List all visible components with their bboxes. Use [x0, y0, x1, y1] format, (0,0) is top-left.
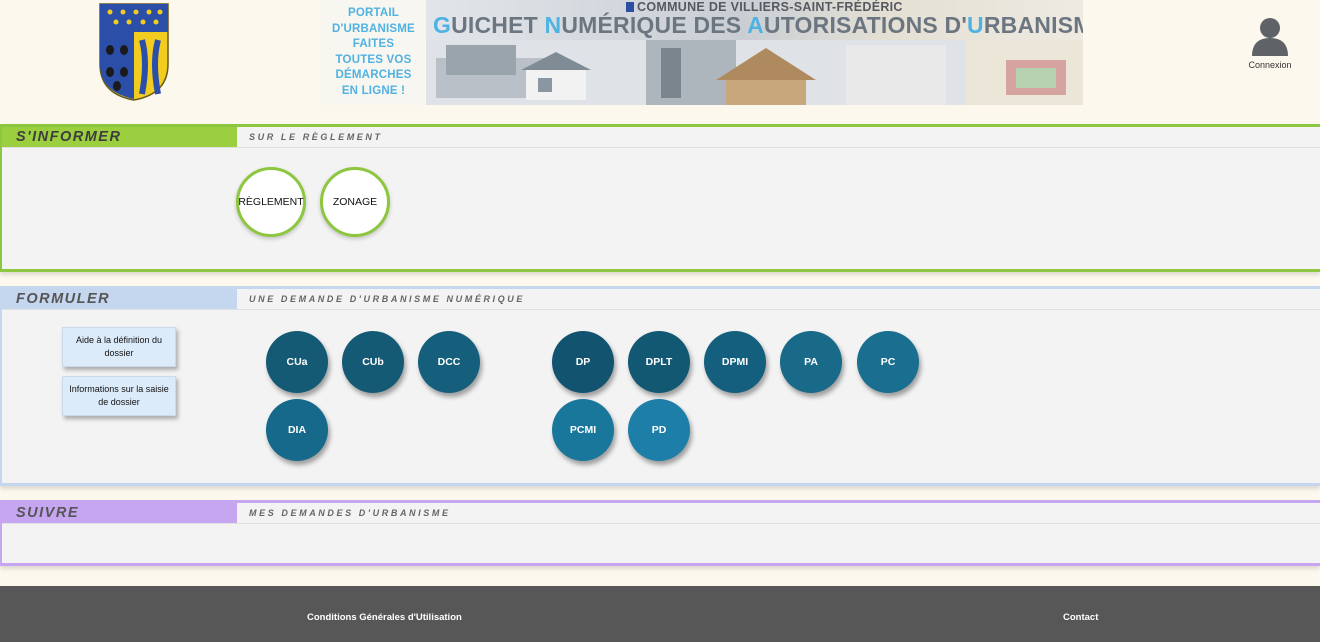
login-button[interactable]: Connexion [1243, 16, 1297, 70]
request-button[interactable]: DCC [418, 331, 480, 393]
user-icon [1252, 18, 1288, 56]
request-button[interactable]: DPLT [628, 331, 690, 393]
banner-tagline: PORTAIL D'URBANISME FAITES TOUTES VOS DÉ… [332, 7, 415, 97]
cgu-link[interactable]: Conditions Générales d'Utilisation [307, 612, 462, 623]
section-suivre: SUIVRE MES DEMANDES D'URBANISME [0, 500, 1320, 566]
title-part: UTORISATIONS D' [763, 12, 968, 38]
request-button[interactable]: PD [628, 399, 690, 461]
section-title: FORMULER [2, 289, 237, 309]
request-button[interactable]: CUa [266, 331, 328, 393]
title-part: A [747, 12, 764, 38]
section-header: S'INFORMER SUR LE RÈGLEMENT [2, 127, 1320, 148]
request-button[interactable]: DP [552, 331, 614, 393]
section-header: FORMULER UNE DEMANDE D'URBANISME NUMÉRIQ… [2, 289, 1320, 310]
section-informer: S'INFORMER SUR LE RÈGLEMENT RÈGLEMENT ZO… [0, 124, 1320, 272]
section-formuler: FORMULER UNE DEMANDE D'URBANISME NUMÉRIQ… [0, 286, 1320, 486]
reglement-button[interactable]: RÈGLEMENT [236, 167, 306, 237]
request-button[interactable]: PA [780, 331, 842, 393]
section-title: SUIVRE [2, 503, 237, 523]
request-button[interactable]: DPMI [704, 331, 766, 393]
title-part: G [433, 12, 452, 38]
request-button[interactable]: DIA [266, 399, 328, 461]
section-title: S'INFORMER [2, 127, 237, 147]
section-subtitle: UNE DEMANDE D'URBANISME NUMÉRIQUE [249, 294, 525, 304]
portal-title: GUICHET NUMÉRIQUE DES AUTORISATIONS D'UR… [433, 12, 1083, 39]
commune-flag-icon [626, 2, 634, 12]
zonage-button[interactable]: ZONAGE [320, 167, 390, 237]
section-subtitle: MES DEMANDES D'URBANISME [249, 508, 451, 518]
section-subtitle: SUR LE RÈGLEMENT [249, 132, 383, 142]
request-button[interactable]: PCMI [552, 399, 614, 461]
banner-tagline-box: PORTAIL D'URBANISME FAITES TOUTES VOS DÉ… [321, 0, 426, 105]
contact-link[interactable]: Contact [1063, 612, 1098, 623]
title-part: N [544, 12, 562, 38]
request-button[interactable]: CUb [342, 331, 404, 393]
coat-of-arms-logo [99, 3, 169, 101]
input-info-button[interactable]: Informations sur la saisie de dossier [62, 376, 176, 416]
request-button[interactable]: PC [857, 331, 919, 393]
title-part: UMÉRIQUE DES [561, 12, 748, 38]
help-definition-button[interactable]: Aide à la définition du dossier [62, 327, 176, 367]
title-part: RBANISME [983, 12, 1083, 38]
portal-banner: PORTAIL D'URBANISME FAITES TOUTES VOS DÉ… [321, 0, 1083, 105]
login-label: Connexion [1248, 60, 1292, 70]
page-footer: Conditions Générales d'Utilisation Conta… [0, 586, 1320, 642]
title-part: U [967, 12, 984, 38]
page-header: PORTAIL D'URBANISME FAITES TOUTES VOS DÉ… [0, 0, 1320, 110]
construction-illustration [426, 40, 1083, 105]
title-part: UICHET [451, 12, 545, 38]
section-header: SUIVRE MES DEMANDES D'URBANISME [2, 503, 1320, 524]
